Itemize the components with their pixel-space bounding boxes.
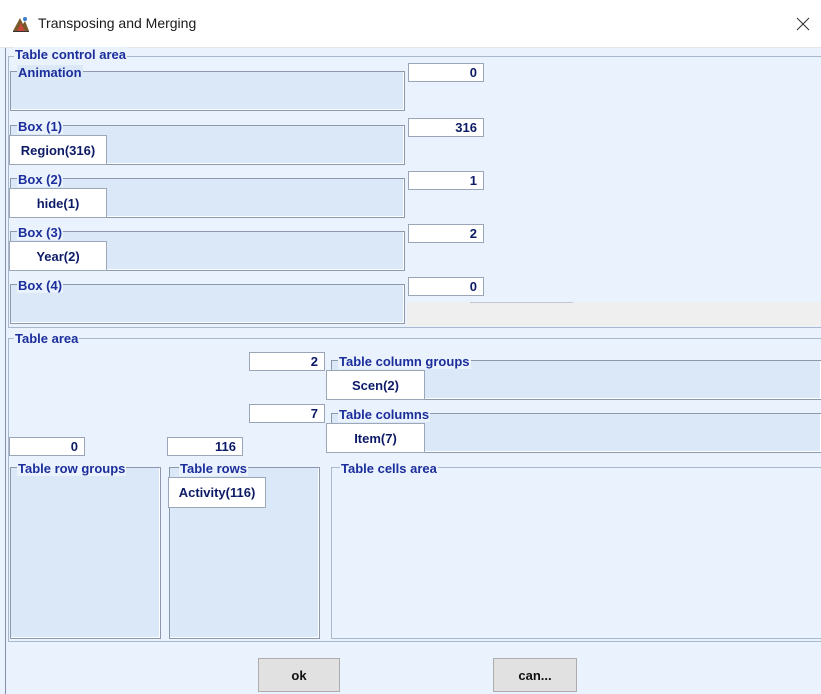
region-chip[interactable]: Region(316)	[9, 135, 107, 165]
table-area-label: Table area	[14, 331, 80, 346]
box-3-label: Box (3)	[17, 225, 64, 240]
window-title: Transposing and Merging	[38, 15, 197, 31]
year-chip[interactable]: Year(2)	[9, 241, 107, 271]
box-4-value[interactable]: 0	[408, 277, 484, 296]
box-4[interactable]	[10, 284, 405, 324]
window-frame	[5, 48, 6, 694]
table-row-groups-box[interactable]	[10, 467, 161, 639]
app-icon	[12, 15, 30, 33]
item-chip[interactable]: Item(7)	[326, 423, 425, 453]
box-3-value[interactable]: 2	[408, 224, 484, 243]
scen-chip[interactable]: Scen(2)	[326, 370, 425, 400]
table-column-groups-label: Table column groups	[338, 354, 471, 369]
hide-chip[interactable]: hide(1)	[9, 188, 107, 218]
table-control-area-label: Table control area	[14, 47, 128, 62]
table-row-groups-label: Table row groups	[17, 461, 127, 476]
animation-label: Animation	[17, 65, 83, 80]
columns-value[interactable]: 7	[249, 404, 325, 423]
close-icon	[796, 17, 810, 31]
close-button[interactable]	[786, 7, 820, 41]
rows-value[interactable]: 116	[167, 437, 243, 456]
ok-button[interactable]: ok	[258, 658, 340, 692]
box-1-value[interactable]: 316	[408, 118, 484, 137]
cancel-button[interactable]: can...	[493, 658, 577, 692]
table-cells-area[interactable]	[331, 467, 821, 639]
row-groups-value[interactable]: 0	[9, 437, 85, 456]
table-rows-label: Table rows	[179, 461, 248, 476]
control-area-filler	[407, 302, 821, 326]
box-2-value[interactable]: 1	[408, 171, 484, 190]
animation-value[interactable]: 0	[408, 63, 484, 82]
table-columns-label: Table columns	[338, 407, 431, 422]
box-1-label: Box (1)	[17, 119, 64, 134]
separator	[470, 302, 573, 303]
activity-chip[interactable]: Activity(116)	[168, 477, 266, 508]
table-cells-area-label: Table cells area	[340, 461, 438, 476]
box-2-label: Box (2)	[17, 172, 64, 187]
box-4-label: Box (4)	[17, 278, 64, 293]
column-groups-value[interactable]: 2	[249, 352, 325, 371]
